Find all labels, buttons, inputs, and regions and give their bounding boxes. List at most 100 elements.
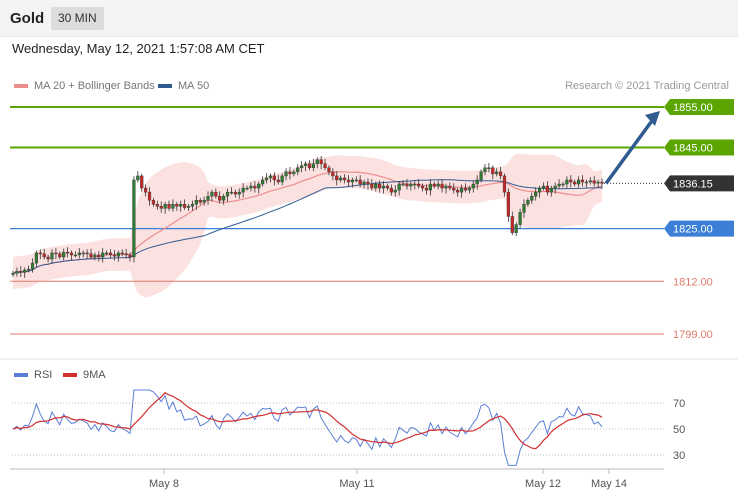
candle-body — [105, 252, 109, 255]
candle-body — [151, 200, 156, 205]
candle-body — [405, 183, 409, 187]
candle-body — [218, 195, 222, 201]
candle-body — [557, 183, 561, 187]
candle-body — [370, 183, 374, 189]
candle-body — [284, 171, 288, 177]
candle-body — [366, 181, 370, 185]
candle-body — [588, 180, 592, 183]
candle-body — [183, 204, 187, 208]
candle-body — [77, 252, 81, 256]
candle-body — [389, 187, 393, 193]
candle-body — [27, 268, 31, 271]
candle-body — [510, 216, 514, 233]
rsi-tick-30: 30 — [673, 450, 685, 462]
level-label-2: 1836.15 — [673, 178, 713, 190]
candle-body — [362, 181, 366, 185]
candle-body — [93, 254, 97, 258]
candle-body — [233, 191, 237, 195]
candle-body — [432, 183, 436, 187]
candle-body — [495, 171, 499, 175]
level-labels: 1855.00 1845.00 1836.15 1825.00 1812.00 1799.… — [664, 99, 734, 341]
candle-body — [475, 179, 479, 185]
candle-body — [155, 204, 159, 207]
candle-body — [448, 185, 452, 189]
x-tick-label: May 12 — [525, 478, 561, 490]
candle-body — [459, 187, 464, 193]
candle-body — [30, 262, 35, 270]
candle-body — [420, 185, 425, 189]
candle-body — [237, 191, 241, 195]
candle-body — [378, 183, 382, 189]
candle-body — [101, 252, 105, 258]
candle-body — [444, 185, 448, 189]
candle — [136, 171, 140, 183]
level-label-5: 1799.00 — [673, 329, 713, 341]
candle-body — [194, 200, 198, 205]
candle — [132, 176, 136, 263]
candle-body — [573, 181, 577, 185]
candle-body — [19, 270, 23, 273]
candle-body — [565, 179, 569, 185]
candle-body — [311, 163, 315, 169]
candle-body — [280, 175, 284, 183]
candle-body — [315, 159, 319, 164]
candle-body — [276, 179, 280, 183]
candle-body — [23, 269, 27, 273]
candle-body — [417, 183, 421, 187]
candle-body — [358, 179, 362, 185]
candle-body — [116, 252, 120, 257]
candle-body — [518, 212, 522, 225]
candle-body — [58, 253, 62, 258]
candle-body — [526, 200, 530, 205]
candle-body — [225, 191, 230, 197]
candle-body — [136, 175, 140, 181]
candle-body — [179, 204, 183, 207]
candle-body — [112, 254, 117, 257]
candle-body — [303, 163, 308, 166]
candle-body — [452, 187, 456, 191]
candle — [514, 222, 518, 237]
candle-body — [339, 177, 343, 181]
candle-body — [124, 253, 128, 256]
candle-body — [471, 183, 475, 189]
candle-body — [549, 187, 553, 193]
candle-body — [463, 187, 468, 191]
level-label-4: 1812.00 — [673, 276, 713, 288]
candle-body — [541, 185, 546, 189]
arrow-shaft — [604, 116, 656, 185]
candle-body — [381, 185, 386, 189]
candle-body — [342, 177, 347, 181]
candle-body — [46, 256, 50, 260]
candle-body — [436, 183, 440, 187]
candle-body — [241, 187, 245, 193]
candle-body — [85, 252, 89, 255]
candle-body — [592, 180, 596, 184]
candle-body — [569, 179, 573, 183]
candle-body — [147, 191, 152, 201]
candle-body — [257, 183, 261, 189]
candle-body — [253, 185, 257, 189]
candle-body — [167, 204, 171, 209]
candle-body — [206, 195, 210, 201]
candle-body — [374, 183, 378, 189]
candle-body — [440, 183, 444, 189]
candle-body — [11, 272, 15, 275]
candle-body — [335, 175, 339, 181]
candle-body — [545, 185, 549, 193]
candle-body — [350, 179, 354, 183]
candle-body — [66, 251, 70, 254]
candle-body — [409, 183, 413, 187]
candle-body — [502, 175, 507, 193]
candle-body — [323, 163, 327, 169]
candle-body — [272, 175, 276, 181]
candle-body — [73, 254, 78, 257]
candle-body — [186, 206, 191, 208]
candle-body — [514, 224, 518, 233]
price-chart[interactable]: 1855.00 1845.00 1836.15 1825.00 1812.00 1799.… — [0, 0, 738, 500]
candle-body — [190, 204, 195, 207]
candle-body — [424, 187, 429, 191]
candle-body — [171, 204, 175, 209]
candle-body — [385, 185, 390, 189]
candle-body — [576, 179, 581, 185]
x-tick-label: May 8 — [149, 478, 179, 490]
